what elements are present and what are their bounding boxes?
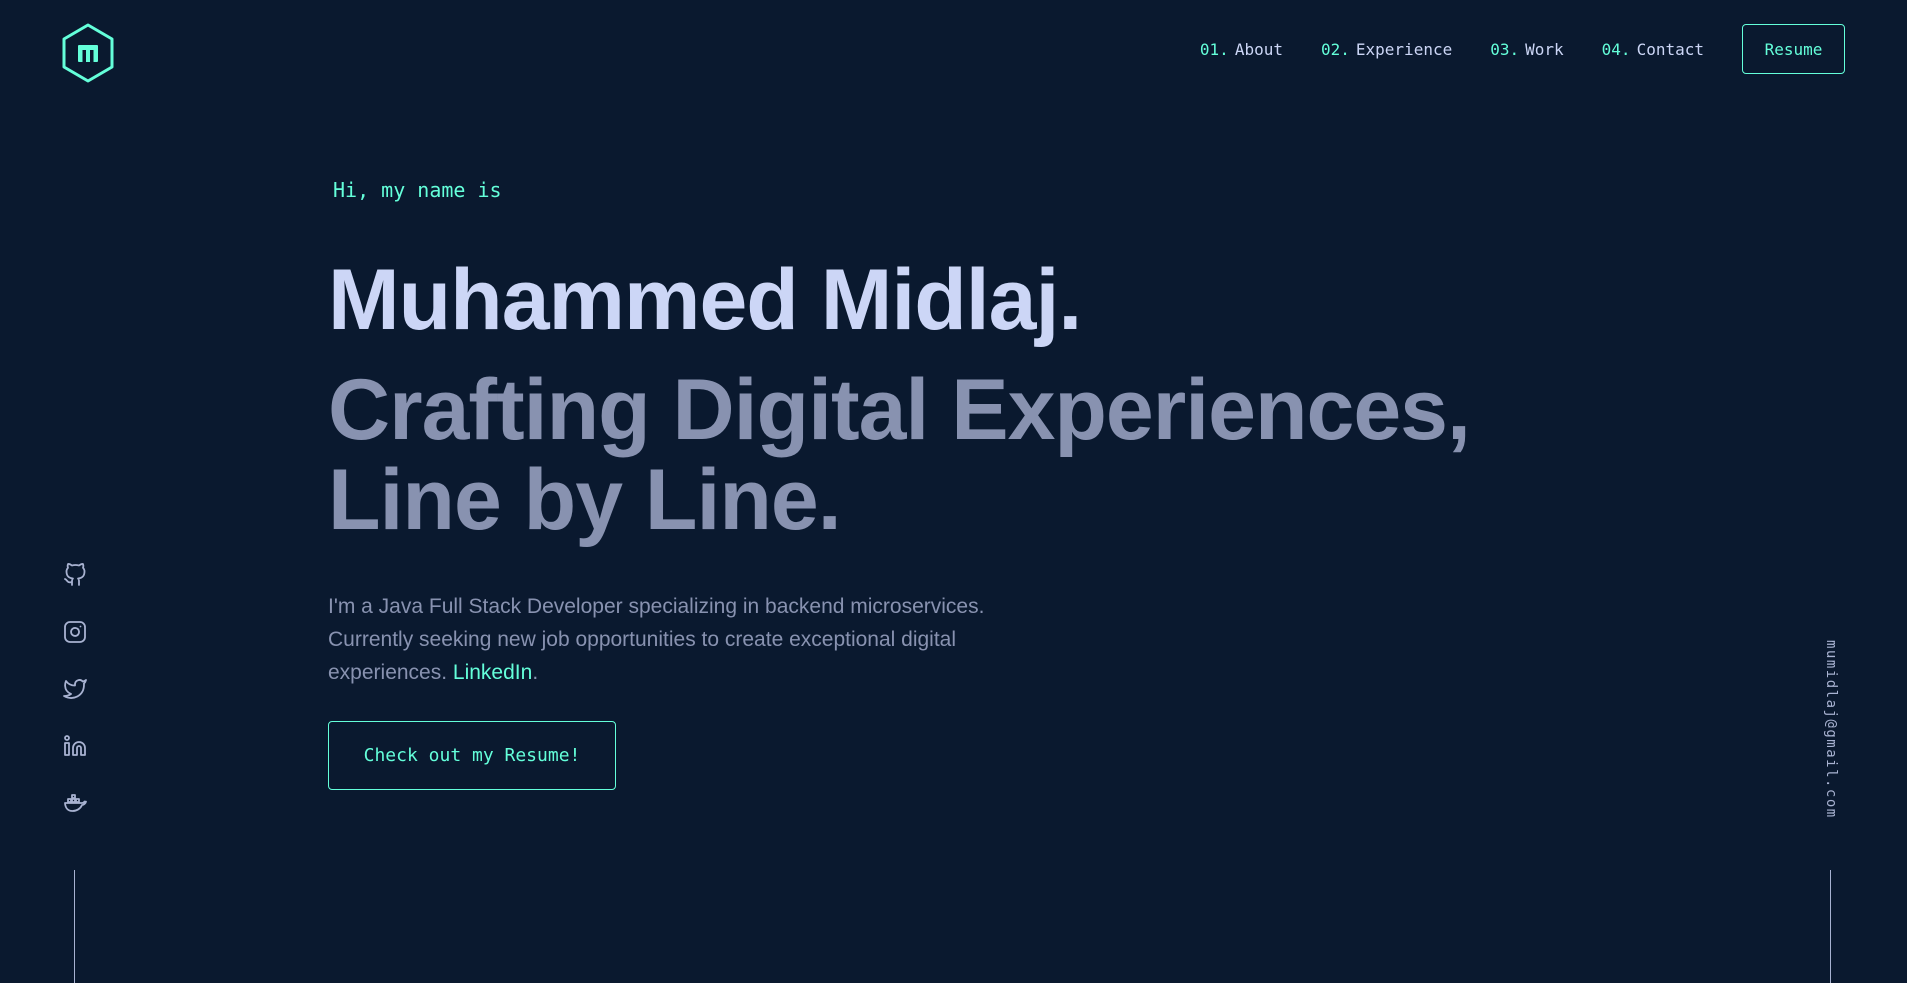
hero-description: I'm a Java Full Stack Developer speciali…: [328, 590, 1048, 689]
hero-greeting: Hi, my name is: [333, 178, 502, 202]
main-nav: 01. About 02. Experience 03. Work 04. Contac…: [1200, 24, 1845, 74]
nav-work[interactable]: 03. Work: [1490, 40, 1563, 59]
nav-label: Experience: [1355, 39, 1453, 59]
nav-number: 03.: [1490, 39, 1520, 59]
tagline-line-2: Line by Line.: [328, 452, 842, 548]
nav-experience[interactable]: 02. Experience: [1321, 40, 1452, 59]
hero-section: Hi, my name is Muhammed Midlaj. Crafting…: [328, 175, 1628, 689]
nav-number: 01.: [1199, 39, 1229, 59]
github-link[interactable]: [60, 560, 90, 590]
github-icon: [64, 563, 86, 586]
hexagon-m-logo-icon: [62, 23, 114, 83]
logo[interactable]: [60, 22, 116, 84]
hero-tagline: Crafting Digital Experiences, Line by Li…: [328, 365, 1628, 545]
docker-icon: [64, 794, 87, 812]
linkedin-link[interactable]: LinkedIn: [453, 661, 532, 684]
left-divider-line: [74, 870, 75, 983]
description-text: I'm a Java Full Stack Developer speciali…: [328, 595, 985, 684]
resume-cta-button[interactable]: Check out my Resume!: [328, 721, 616, 790]
description-trailing: .: [532, 661, 539, 684]
nav-number: 04.: [1601, 39, 1631, 59]
linkedin-icon: [64, 735, 86, 756]
instagram-icon: [64, 621, 86, 643]
instagram-link[interactable]: [60, 617, 90, 647]
nav-label: About: [1234, 39, 1283, 59]
nav-label: Contact: [1636, 39, 1704, 59]
nav-about[interactable]: 01. About: [1200, 40, 1283, 59]
twitter-icon: [63, 679, 87, 699]
linkedin-profile-link[interactable]: [60, 731, 90, 761]
resume-button[interactable]: Resume: [1742, 24, 1845, 74]
social-links: [60, 560, 90, 845]
tagline-line-1: Crafting Digital Experiences,: [328, 362, 1471, 458]
nav-label: Work: [1525, 39, 1564, 59]
nav-contact[interactable]: 04. Contact: [1602, 40, 1704, 59]
nav-number: 02.: [1320, 39, 1350, 59]
right-divider-line: [1830, 870, 1831, 983]
docker-link[interactable]: [60, 788, 90, 818]
email-link[interactable]: mumidlaj@gmail.com: [1823, 640, 1839, 819]
twitter-link[interactable]: [60, 674, 90, 704]
hero-name: Muhammed Midlaj.: [328, 252, 1082, 348]
